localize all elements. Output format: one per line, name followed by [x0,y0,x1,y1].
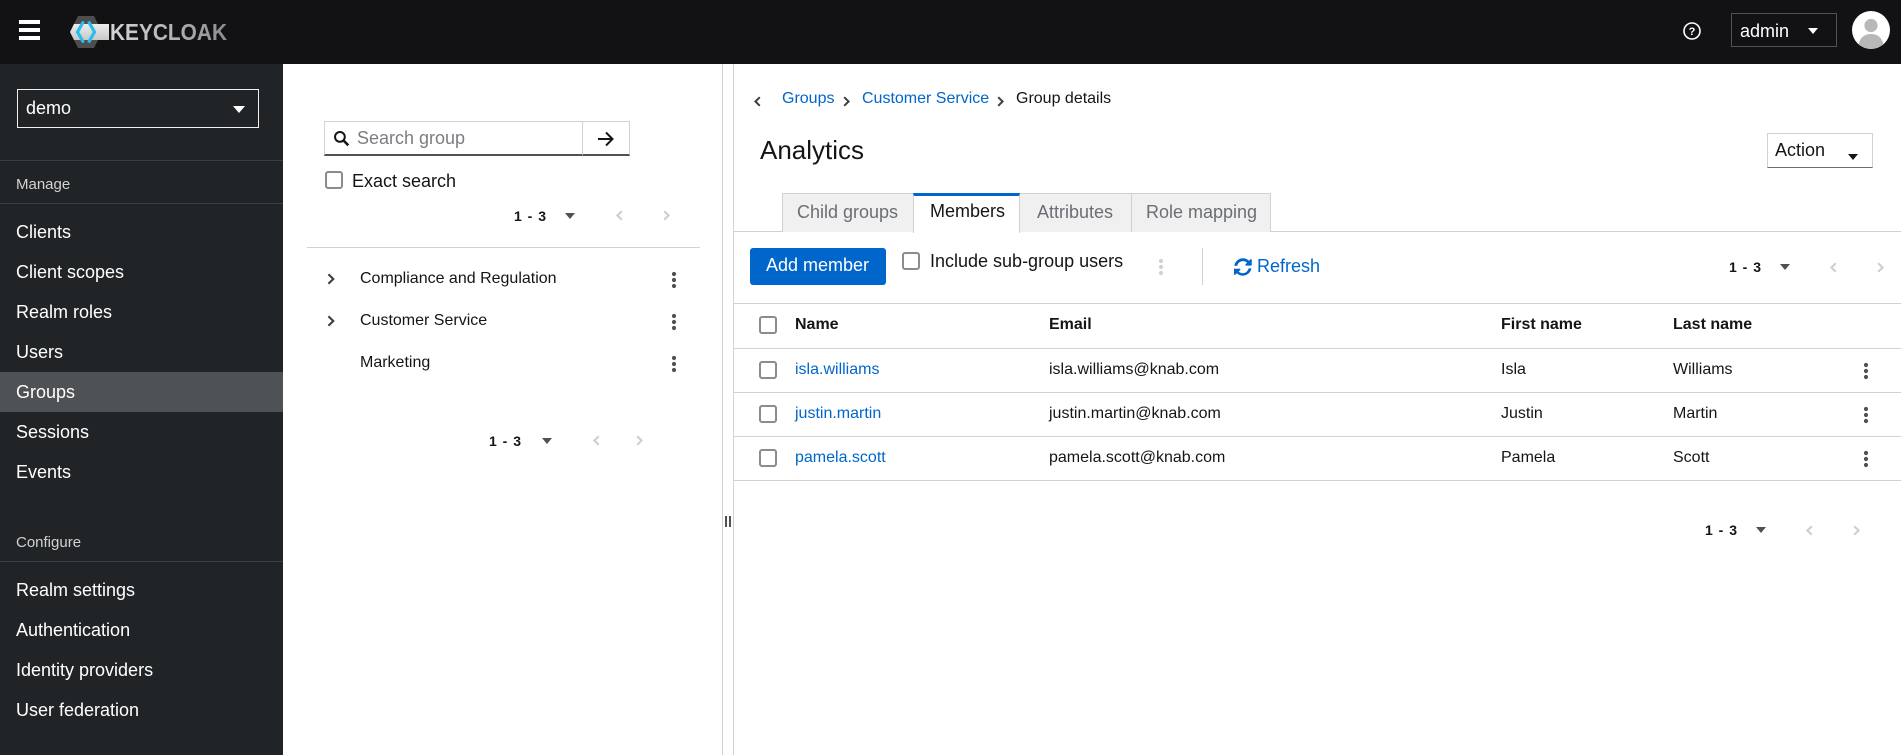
svg-text:KEYCLOAK: KEYCLOAK [110,19,227,45]
svg-text:?: ? [1689,26,1696,38]
